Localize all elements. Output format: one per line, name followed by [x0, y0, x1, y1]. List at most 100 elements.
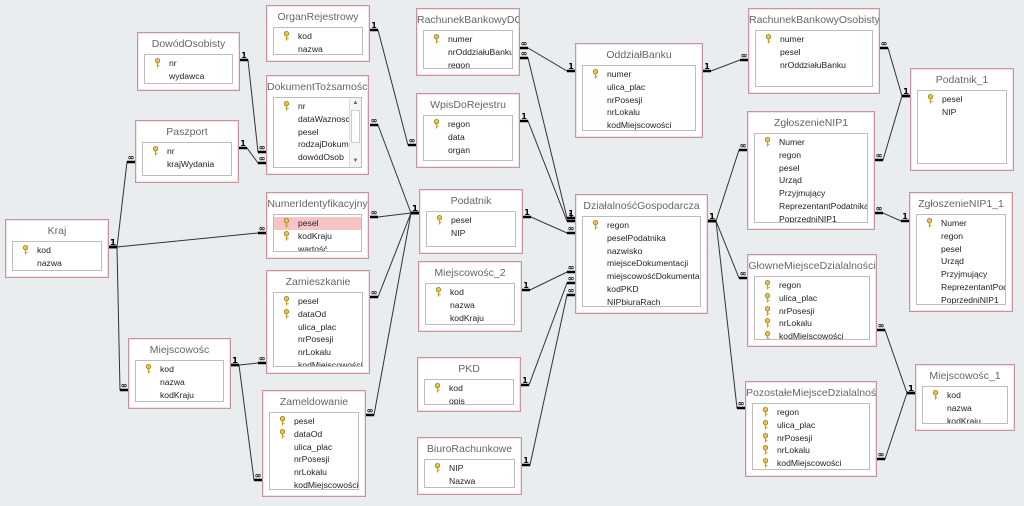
relationship-line[interactable]: 1∞ — [370, 21, 416, 147]
table-oddzialbanku[interactable]: OddziałBanku numer ulica_plac nrPosesji nrLo… — [575, 43, 703, 138]
field-row[interactable]: pesel — [427, 214, 515, 227]
table-miejscowosc[interactable]: Miejscowośc kod nazwa kodKraju — [128, 338, 231, 409]
field-row[interactable]: nrLokalu — [753, 444, 869, 457]
table-title[interactable]: DokumentTożsamości — [267, 76, 368, 96]
field-row[interactable]: PoprzedniNIP1 — [917, 294, 1005, 304]
table-organrejestrowy[interactable]: OrganRejestrowy kod nazwa — [266, 5, 370, 62]
field-list[interactable]: pesel NIP — [426, 211, 516, 247]
relationship-line[interactable]: 1∞ — [370, 116, 419, 215]
table-title[interactable]: Kraj — [6, 220, 108, 240]
field-row[interactable]: numer — [583, 68, 695, 81]
table-biurorachunkowe[interactable]: BiuroRachunkowe NIP Nazwa — [417, 437, 522, 495]
field-row[interactable]: Urząd — [917, 255, 1005, 268]
scroll-thumb[interactable] — [351, 110, 360, 143]
table-title[interactable]: Miejscowośc_1 — [916, 365, 1014, 385]
table-miejscowosc_2[interactable]: Miejscowośc_2 kod nazwa kodKraju — [418, 261, 522, 332]
table-title[interactable]: Paszport — [136, 121, 238, 141]
field-row[interactable]: nazwa — [426, 299, 514, 312]
field-row[interactable]: regon — [424, 118, 512, 131]
relationship-line[interactable]: 1∞ — [240, 51, 266, 154]
field-row[interactable]: nrPosesji — [583, 94, 695, 107]
field-row[interactable]: kodKraju — [426, 312, 514, 324]
field-list[interactable]: kod nazwa kodKraju — [135, 360, 224, 402]
field-row[interactable]: ulica_plac — [270, 441, 358, 454]
field-row[interactable]: dataOd — [274, 308, 362, 321]
field-row[interactable]: regon — [917, 230, 1005, 243]
field-list[interactable]: pesel dataOd ulica_plac nrPosesji nrLokalu ko… — [269, 412, 359, 490]
relationship-line[interactable]: 1∞ — [520, 39, 575, 73]
field-row[interactable]: kod — [274, 30, 362, 43]
field-list[interactable]: kod nazwa — [12, 241, 102, 271]
field-row[interactable]: pesel — [274, 126, 349, 139]
table-title[interactable]: RachunekBankowyOsobisty — [749, 9, 879, 29]
field-list[interactable]: regon ulica_plac nrPosesji nrLokalu kodMiejs… — [752, 403, 870, 470]
field-list[interactable]: numer pesel nrOddziałuBanku — [755, 30, 873, 87]
field-list[interactable]: regon ulica_plac nrPosesji nrLokalu kodMiejs… — [754, 276, 870, 340]
field-row[interactable]: kod — [13, 244, 101, 257]
field-row[interactable]: kod — [426, 286, 514, 299]
field-row[interactable]: NIPbiuraRach — [583, 296, 700, 306]
field-list[interactable]: pesel kodKraju wartość — [273, 214, 362, 252]
table-numeridentyfikacyjny[interactable]: NumerIdentyfikacyjny pesel kodKraju wartość — [266, 192, 369, 259]
table-rachunekbankowyosobisty[interactable]: RachunekBankowyOsobisty numer pesel nrOddzi… — [748, 8, 880, 94]
field-row[interactable]: nrOddziałuBanku — [756, 59, 872, 72]
table-glownemiejsce[interactable]: GłowneMiejsceDzialalności regon ulica_plac… — [747, 254, 877, 347]
field-row[interactable]: pesel — [274, 217, 361, 230]
table-title[interactable]: PozostałeMiejsceDzialalności — [746, 382, 876, 402]
field-row[interactable]: numer — [756, 33, 872, 46]
table-title[interactable]: Zameldowanie — [263, 391, 365, 411]
field-row[interactable]: regon — [583, 219, 700, 232]
field-list[interactable]: kod nazwa kodKraju — [922, 386, 1008, 424]
field-row[interactable]: nazwa — [13, 257, 101, 270]
field-row[interactable]: PoprzedniNIP1 — [755, 213, 867, 222]
relationship-line[interactable]: 1∞ — [109, 238, 128, 392]
field-row[interactable]: dataOd — [270, 428, 358, 441]
field-row[interactable]: pesel — [274, 295, 362, 308]
field-list[interactable]: kod nazwa kodKraju — [425, 283, 515, 325]
table-zgloszenienip1[interactable]: ZgłoszenieNIP1 Numer regon pesel Urząd Przyjm… — [747, 111, 875, 230]
field-row[interactable]: peselPodatnika — [583, 232, 700, 245]
field-list[interactable]: nr wydawca — [144, 54, 233, 84]
field-list[interactable]: Numer regon pesel Urząd Przyjmujący Reprezent… — [916, 214, 1006, 305]
table-title[interactable]: Podatnik_1 — [911, 69, 1013, 89]
field-row[interactable]: nrPosesji — [753, 432, 869, 445]
field-row[interactable]: nrOddziałuBanku — [424, 46, 512, 59]
field-list[interactable]: numer nrOddziałuBanku regon — [423, 30, 513, 69]
table-podatnik[interactable]: Podatnik pesel NIP — [419, 189, 523, 254]
field-row[interactable]: Numer — [917, 217, 1005, 230]
field-row[interactable]: Przyjmujący — [755, 187, 867, 200]
field-row[interactable]: regon — [755, 149, 867, 162]
table-title[interactable]: DowódOsobisty — [138, 33, 239, 53]
table-title[interactable]: OrganRejestrowy — [267, 6, 369, 26]
table-title[interactable]: ZgłoszenieNIP1 — [748, 112, 874, 132]
field-row[interactable]: kodMiejscowości — [270, 479, 358, 489]
field-row[interactable]: NIP — [425, 462, 514, 475]
table-title[interactable]: Miejscowośc — [129, 339, 230, 359]
table-title[interactable]: ZgłoszenieNIP1_1 — [910, 193, 1012, 213]
field-row[interactable]: numer — [424, 33, 512, 46]
field-list[interactable]: NIP Nazwa — [424, 459, 515, 488]
relationship-line[interactable]: 1∞ — [875, 204, 909, 223]
field-row[interactable]: opis — [425, 395, 513, 404]
field-row[interactable]: pesel — [270, 415, 358, 428]
table-podatnik_1[interactable]: Podatnik_1 pesel NIP — [910, 68, 1014, 171]
relationship-line[interactable]: 1∞ — [109, 224, 266, 249]
field-row[interactable]: nrPosesji — [755, 305, 869, 318]
table-title[interactable]: NumerIdentyfikacyjny — [267, 193, 368, 213]
field-row[interactable]: data — [424, 131, 512, 144]
relationship-line[interactable]: 1∞ — [703, 51, 748, 73]
field-row[interactable]: nazwa — [136, 376, 223, 389]
field-row[interactable]: kodKraju — [136, 389, 223, 401]
field-row[interactable]: kodKraju — [923, 415, 1007, 423]
field-row[interactable]: kod — [136, 363, 223, 376]
field-list[interactable]: regon data organ — [423, 115, 513, 161]
field-row[interactable]: kodKraju — [274, 230, 361, 243]
scroll-up-icon[interactable]: ▲ — [350, 98, 361, 109]
table-title[interactable]: WpisDoRejestru — [417, 94, 519, 114]
field-list[interactable]: numer ulica_plac nrPosesji nrLokalu kodMiejs… — [582, 65, 696, 131]
table-title[interactable]: OddziałBanku — [576, 44, 702, 64]
table-pozostalemiejsce[interactable]: PozostałeMiejsceDzialalności regon ulica_p… — [745, 381, 877, 477]
relationship-line[interactable]: 11 — [520, 112, 575, 223]
field-row[interactable]: wydawca — [145, 70, 232, 83]
field-row[interactable]: nrLokalu — [270, 466, 358, 479]
